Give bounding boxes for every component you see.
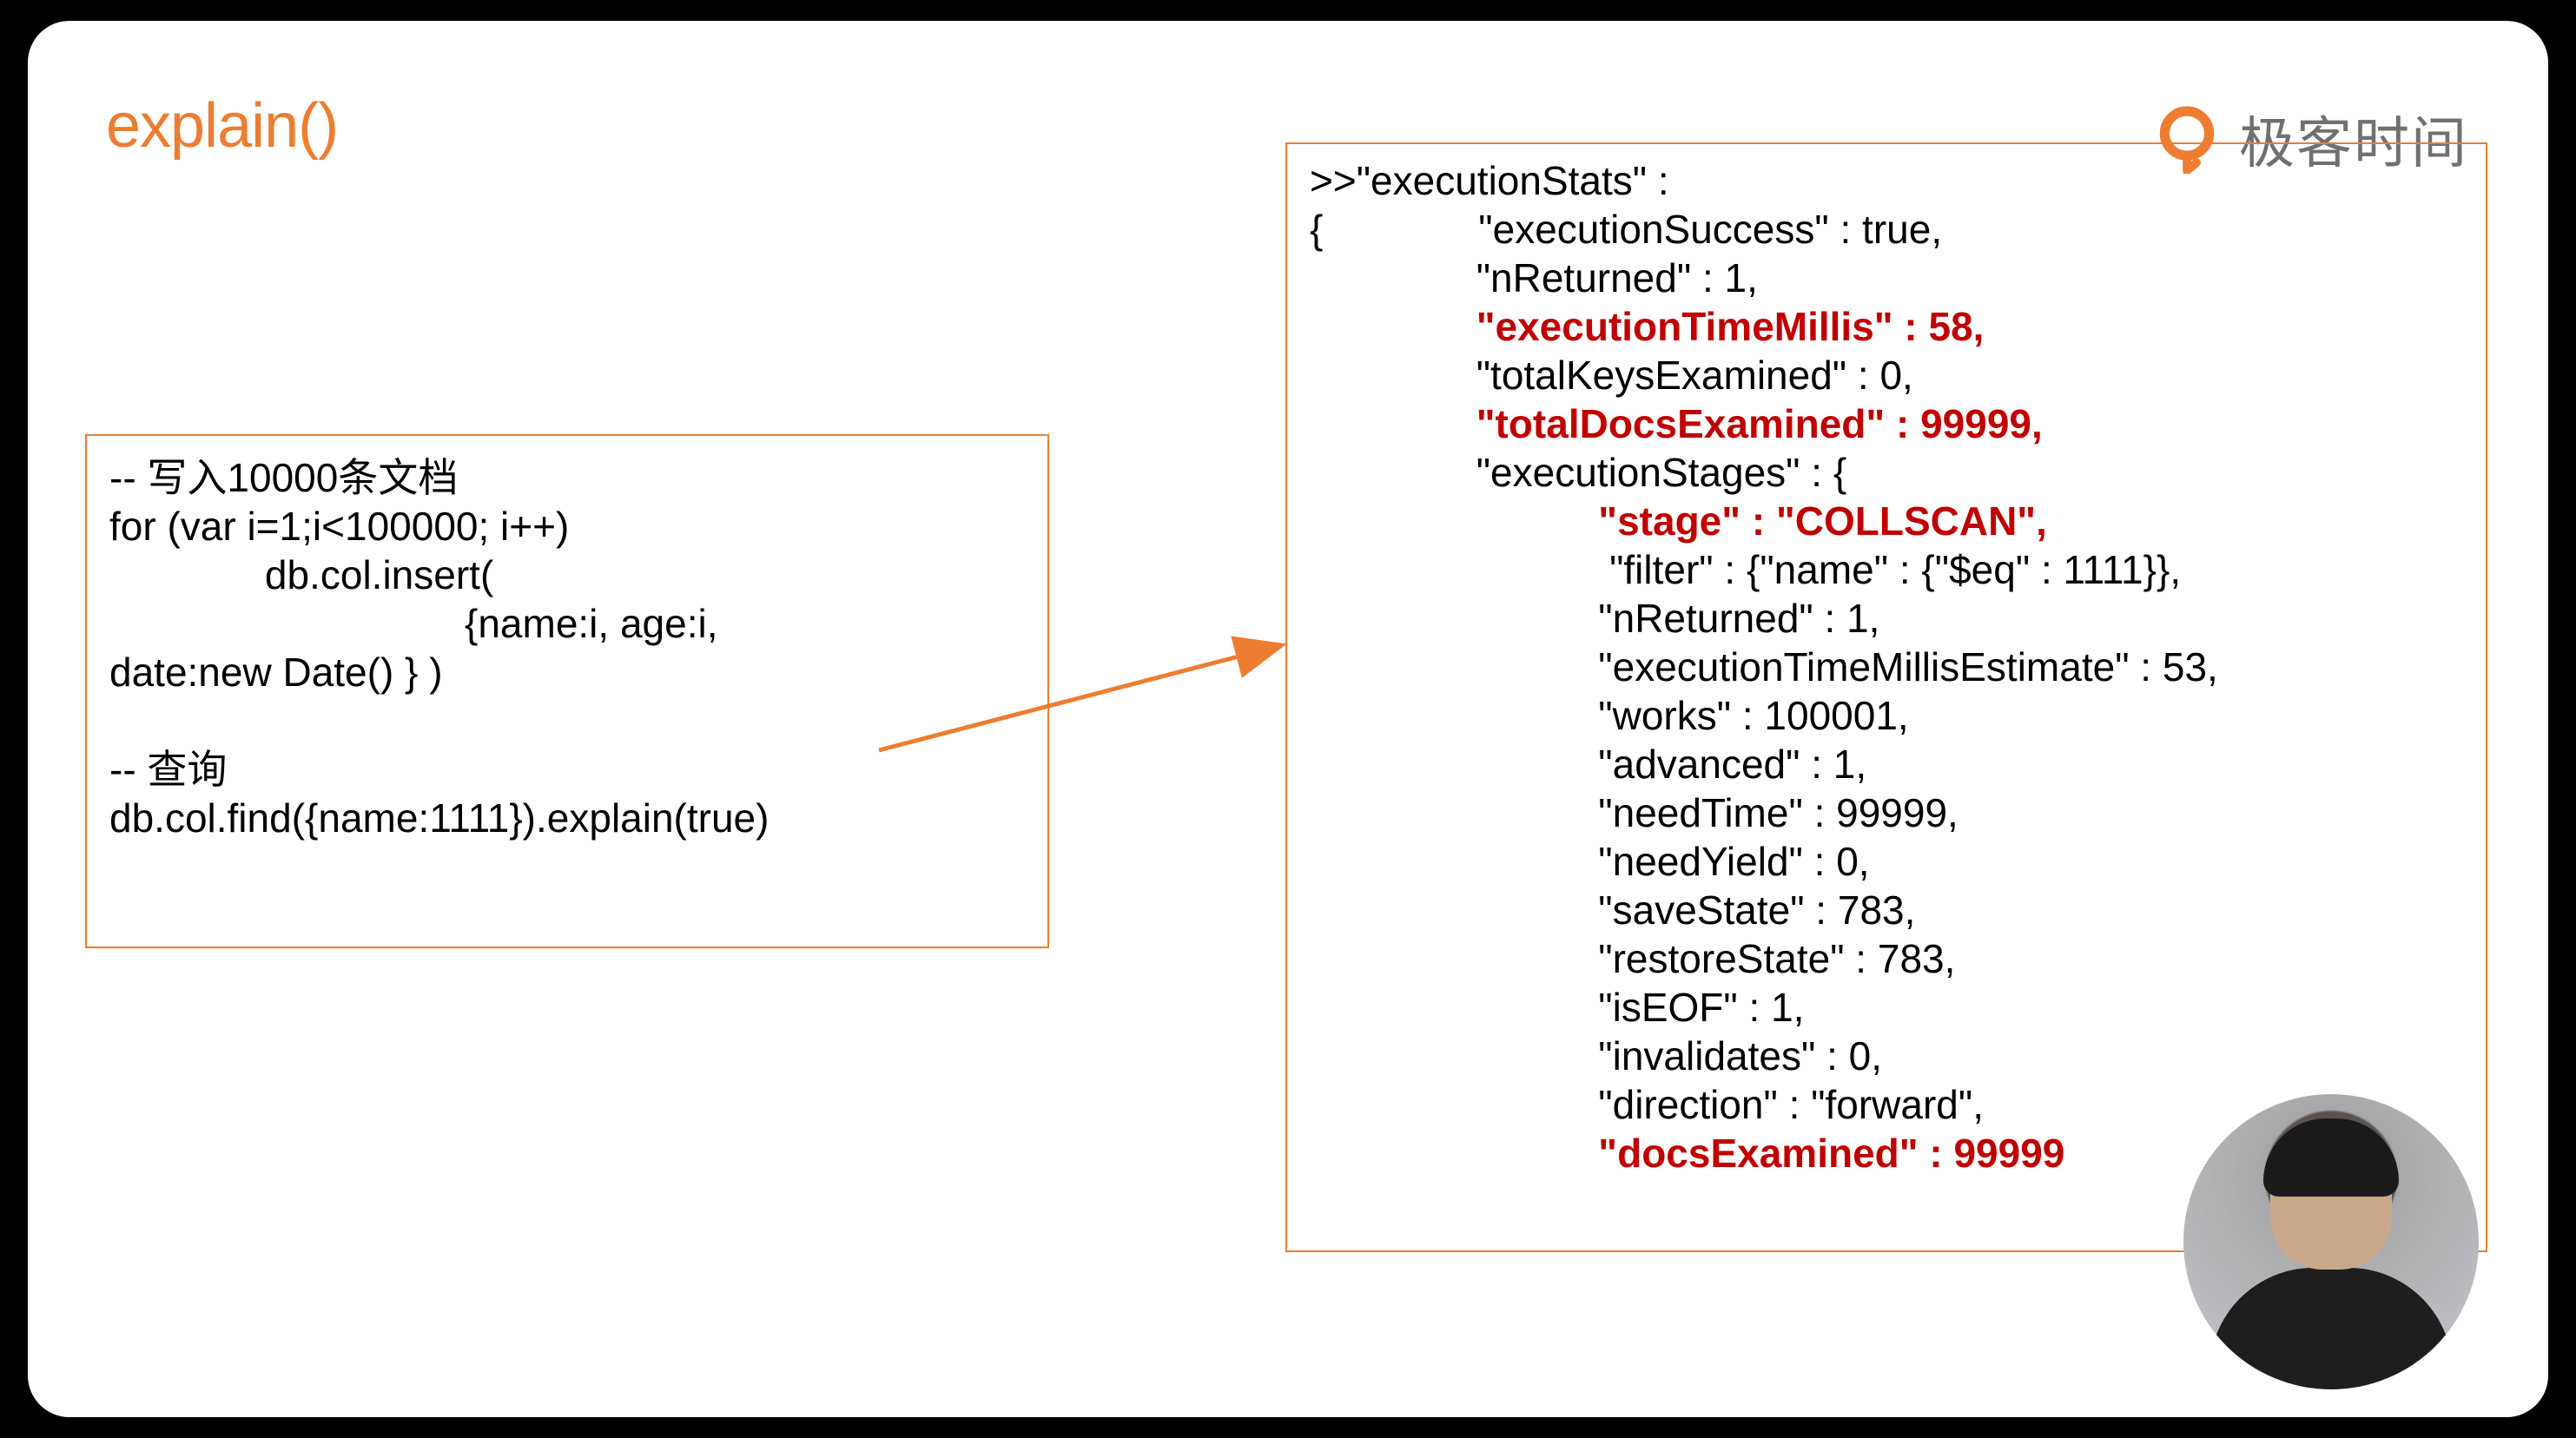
code-line: {name:i, age:i, (109, 601, 718, 646)
code-line-highlight: "stage" : "COLLSCAN", (1310, 498, 2047, 544)
code-line: { "executionSuccess" : true, (1310, 207, 1942, 252)
code-line: "needTime" : 99999, (1310, 790, 1958, 835)
right-output-box: >>"executionStats" : { "executionSuccess… (1285, 142, 2487, 1252)
code-line: "invalidates" : 0, (1310, 1033, 1882, 1078)
slide-card: explain() 极客时间 -- 写入10000条文档 for (var i=… (28, 21, 2548, 1417)
code-line: >>"executionStats" : (1310, 158, 1669, 203)
code-line: "works" : 100001, (1310, 693, 1909, 738)
code-line: for (var i=1;i<100000; i++) (109, 504, 569, 549)
code-line-highlight: "totalDocsExamined" : 99999, (1310, 401, 2043, 446)
left-code-box: -- 写入10000条文档 for (var i=1;i<100000; i++… (85, 434, 1049, 948)
code-line: "saveState" : 783, (1310, 887, 1915, 933)
slide-title: explain() (106, 90, 338, 162)
code-line-highlight: "docsExamined" : 99999 (1310, 1131, 2064, 1176)
code-line: "needYield" : 0, (1310, 839, 1870, 884)
code-line: -- 写入10000条文档 (109, 455, 458, 500)
code-line: "advanced" : 1, (1310, 742, 1866, 787)
code-line: db.col.find({name:1111}).explain(true) (109, 795, 769, 841)
presenter-webcam (2183, 1094, 2479, 1389)
code-line: db.col.insert( (109, 552, 493, 597)
code-line: "executionTimeMillisEstimate" : 53, (1310, 644, 2218, 689)
code-line: "isEOF" : 1, (1310, 985, 1804, 1030)
code-line: "direction" : "forward", (1310, 1082, 1984, 1127)
code-line: "executionStages" : { (1310, 450, 1846, 495)
code-line: -- 查询 (109, 747, 227, 792)
code-line: "restoreState" : 783, (1310, 936, 1955, 981)
code-line: "nReturned" : 1, (1310, 255, 1758, 300)
code-line: date:new Date() } ) (109, 650, 443, 695)
code-line-highlight: "executionTimeMillis" : 58, (1310, 304, 1984, 349)
code-line: "filter" : {"name" : {"$eq" : 1111}}, (1310, 547, 2181, 592)
code-line: "totalKeysExamined" : 0, (1310, 353, 1913, 398)
code-line: "nReturned" : 1, (1310, 596, 1879, 641)
